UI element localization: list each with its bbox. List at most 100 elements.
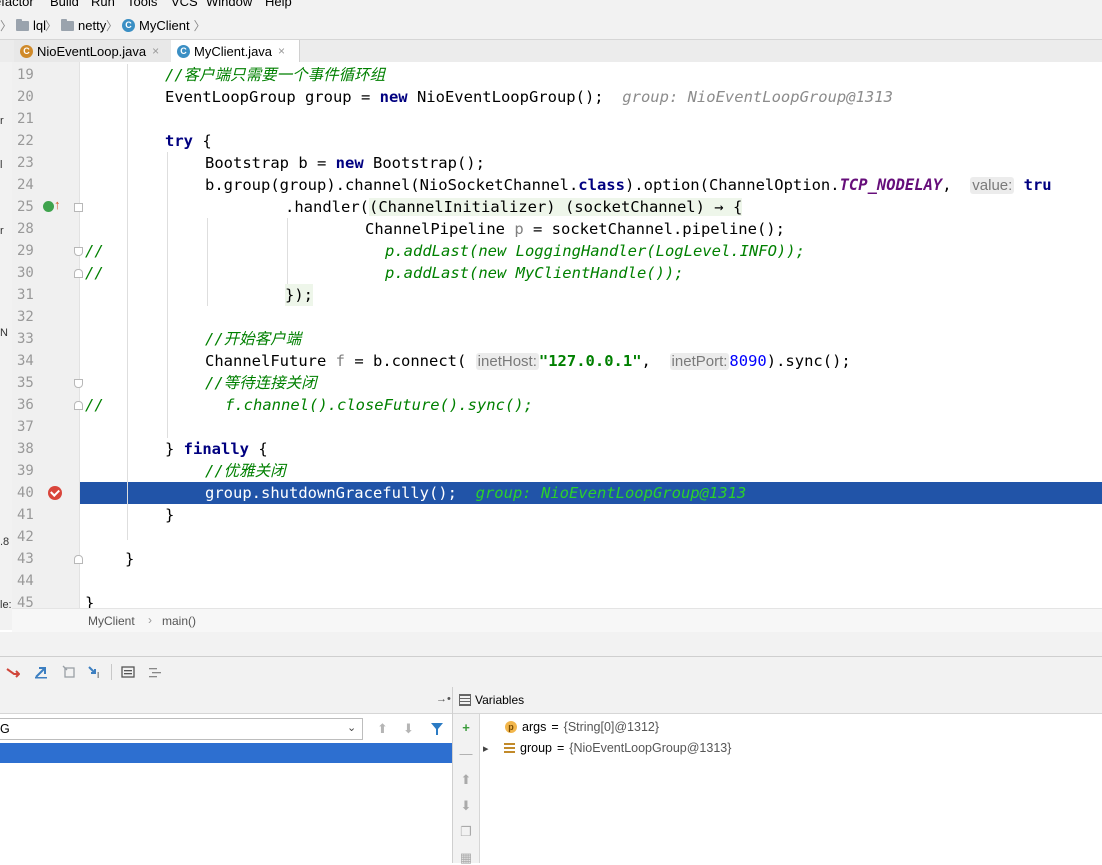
close-icon[interactable]: × (278, 44, 285, 58)
code-line[interactable]: 45 } (0, 592, 1102, 608)
code-line[interactable]: 39 //优雅关闭 (0, 460, 1102, 482)
evaluate-expression-icon[interactable] (121, 665, 135, 679)
filter-icon[interactable] (430, 722, 444, 736)
overrides-arrow-icon[interactable]: ↑ (54, 198, 61, 212)
code-line[interactable]: 37 (0, 416, 1102, 438)
code-line[interactable]: 41 } (0, 504, 1102, 526)
chevron-right-icon: 〉 (0, 19, 13, 33)
code-line[interactable]: 43 } (0, 548, 1102, 570)
line-number: 37 (17, 419, 34, 435)
menu-item-help[interactable]: Help (265, 0, 292, 9)
code-line[interactable]: 33 //开始客户端 (0, 328, 1102, 350)
code-line[interactable]: 19 //客户端只需要一个事件循环组 (0, 64, 1102, 86)
fold-toggle-icon[interactable] (74, 269, 83, 278)
arrow-down-icon[interactable]: ⬇ (403, 721, 414, 737)
code-line[interactable]: 21 (0, 108, 1102, 130)
editor-tab-bar: C NioEventLoop.java × C MyClient.java × (0, 40, 1102, 64)
line-number: 39 (17, 463, 34, 479)
code-line[interactable]: 35 //等待连接关闭 (0, 372, 1102, 394)
menu-item-refactor[interactable]: efactor (0, 0, 34, 9)
menu-item-run[interactable]: Run (91, 0, 115, 9)
fold-toggle-icon[interactable] (74, 555, 83, 564)
variables-side-toolbar: + — ⬆ ⬇ ❐ ▦ (453, 714, 480, 865)
selected-frame-row[interactable] (0, 743, 452, 763)
nav-crumb-netty[interactable]: 〉 netty (45, 17, 106, 34)
breakpoint-icon[interactable] (48, 486, 62, 500)
line-number: 44 (17, 573, 34, 589)
code-line-gutter[interactable]: 40 (0, 482, 80, 504)
trace-icon[interactable] (148, 665, 162, 679)
nav-crumb-lql[interactable]: 〉 lql (0, 17, 46, 34)
remove-watch-icon[interactable]: — (459, 747, 473, 761)
arrow-up-icon[interactable]: ⬆ (377, 721, 388, 737)
breadcrumb-method[interactable]: main() (162, 614, 196, 628)
line-number: 28 (17, 221, 34, 237)
variable-row-args[interactable]: p args = {String[0]@1312} (505, 717, 659, 737)
class-icon: C (177, 44, 190, 58)
code-text: } (165, 506, 175, 524)
code-line[interactable]: 23 Bootstrap b = new Bootstrap(); (0, 152, 1102, 174)
thread-select[interactable]: G ⌄ (0, 718, 363, 740)
variable-value: {String[0]@1312} (563, 720, 660, 734)
arrow-up-icon[interactable]: ⬆ (459, 773, 473, 787)
line-number: 25 (17, 199, 34, 215)
tab-label: MyClient.java (194, 43, 273, 59)
toolbar-separator (111, 664, 112, 680)
code-text: ChannelFuture f = b.connect( inetHost: "1… (205, 352, 851, 370)
step-into-icon[interactable] (34, 665, 48, 679)
code-text: } (125, 550, 135, 568)
menu-item-tools[interactable]: Tools (127, 0, 157, 9)
variable-row-group[interactable]: ▸ group = {NioEventLoopGroup@1313} (483, 738, 731, 758)
close-icon[interactable]: × (152, 44, 159, 58)
nav-crumb-myclient[interactable]: 〉 C MyClient 〉 (106, 17, 206, 34)
code-line[interactable]: 36 // f.channel().closeFuture().sync(); (0, 394, 1102, 416)
new-watch-icon[interactable]: + (459, 721, 473, 735)
code-line[interactable]: 44 (0, 570, 1102, 592)
code-line[interactable]: 38 } finally { (0, 438, 1102, 460)
arrow-down-icon[interactable]: ⬇ (459, 799, 473, 813)
implement-marker-icon[interactable] (43, 201, 54, 212)
code-comment: //客户端只需要一个事件循环组 (165, 66, 386, 84)
code-comment: // (85, 264, 104, 282)
execution-line-highlight[interactable]: group.shutdownGracefully(); group: NioEv… (80, 482, 1102, 504)
fold-toggle-icon[interactable] (74, 247, 83, 256)
breadcrumb-class[interactable]: MyClient (88, 614, 135, 628)
drop-frame-icon[interactable] (62, 665, 76, 679)
run-to-cursor-icon[interactable]: I (88, 665, 102, 679)
fold-toggle-icon[interactable] (74, 379, 83, 388)
fold-toggle-icon[interactable] (74, 203, 83, 212)
chevron-right-icon[interactable]: ▸ (483, 742, 499, 755)
indent-guide (207, 218, 208, 306)
tab-nioeventloop[interactable]: C NioEventLoop.java × (14, 40, 174, 62)
code-line[interactable]: 20 EventLoopGroup group = new NioEventLo… (0, 86, 1102, 108)
code-line[interactable]: 24 b.group(group).channel(NioSocketChann… (0, 174, 1102, 196)
code-line[interactable]: 32 (0, 306, 1102, 328)
line-number: 45 (17, 595, 34, 608)
folder-icon (16, 18, 30, 31)
line-number: 33 (17, 331, 34, 347)
code-line[interactable]: 28 ChannelPipeline p = socketChannel.pip… (0, 218, 1102, 240)
code-line[interactable]: 30 // p.addLast(new MyClientHandle()); (0, 262, 1102, 284)
menu-item-vcs[interactable]: VCS (171, 0, 198, 9)
tab-myclient[interactable]: C MyClient.java × (171, 40, 300, 64)
step-out-icon[interactable] (6, 665, 20, 679)
code-line[interactable]: 25 ↑ .handler((ChannelInitializer) (sock… (0, 196, 1102, 218)
frames-header: →• (0, 687, 452, 714)
code-comment: // (85, 396, 104, 414)
code-line[interactable]: 31 }); (0, 284, 1102, 306)
nav-crumb-label: netty (78, 18, 107, 33)
code-line[interactable]: 42 (0, 526, 1102, 548)
menu-item-window[interactable]: Window (206, 0, 252, 9)
code-line[interactable]: 22 try { (0, 130, 1102, 152)
fold-toggle-icon[interactable] (74, 401, 83, 410)
line-number: 29 (17, 243, 34, 259)
editor-breadcrumb: MyClient › main() (12, 608, 1102, 633)
code-line[interactable]: 29 // p.addLast(new LoggingHandler(LogLe… (0, 240, 1102, 262)
copy-icon[interactable]: ❐ (459, 825, 473, 839)
line-number: 40 (17, 485, 34, 501)
chevron-right-icon: › (148, 613, 152, 627)
line-number: 30 (17, 265, 34, 281)
menu-item-build[interactable]: Build (50, 0, 79, 9)
code-line[interactable]: 34 ChannelFuture f = b.connect( inetHost… (0, 350, 1102, 372)
pin-arrow-icon[interactable]: →• (436, 693, 451, 705)
